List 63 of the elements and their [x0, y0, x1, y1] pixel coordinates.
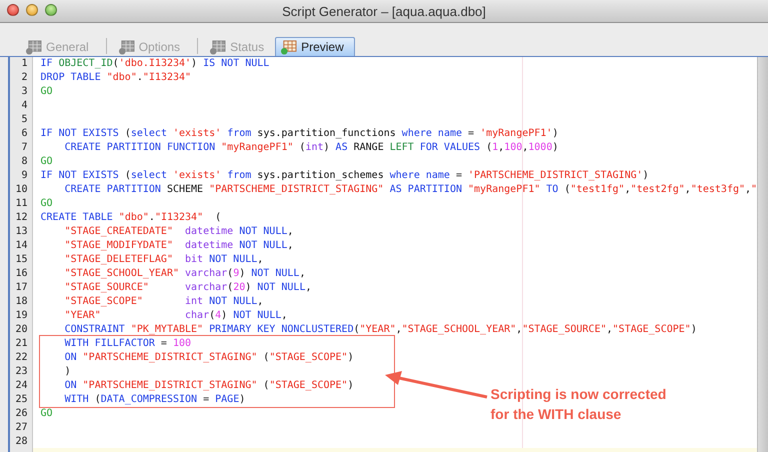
line-number: 25 — [14, 393, 29, 407]
line-number: 6 — [20, 127, 29, 141]
line-number: 22 — [14, 351, 29, 365]
line-number: 20 — [14, 323, 29, 337]
table-icon — [280, 40, 298, 54]
minimize-button[interactable] — [26, 4, 38, 16]
code-line: "YEAR" char(4) NOT NULL, — [64, 310, 288, 321]
code-line: WITH (DATA_COMPRESSION = PAGE) — [64, 394, 246, 405]
line-number: 16 — [14, 267, 29, 281]
code-line: WITH FILLFACTOR = 100 — [64, 338, 192, 349]
code-line: CONSTRAINT "PK_MYTABLE" PRIMARY KEY NONCLUSTERED("YEAR","STAGE_SCHOOL_YEAR","STAGE_SOURCE","STAGE_SCOPE") — [64, 324, 697, 335]
line-number: 11 — [14, 197, 29, 211]
line-number: 2 — [20, 71, 29, 85]
line-number: 13 — [14, 225, 29, 239]
code-line: IF NOT EXISTS (select 'exists' from sys.partition_functions where name = 'myRangePF1') — [40, 128, 558, 139]
code-line: ) — [64, 366, 71, 377]
line-number: 15 — [14, 253, 29, 267]
line-number: 10 — [14, 183, 29, 197]
code-line: IF NOT EXISTS (select 'exists' from sys.partition_schemes where name = 'PARTSCHEME_DISTRICT_STAGING') — [40, 170, 649, 181]
zoom-button[interactable] — [45, 4, 57, 16]
line-number: 18 — [14, 295, 29, 309]
scrollbar[interactable] — [757, 57, 768, 452]
line-number: 9 — [20, 169, 29, 183]
line-number: 23 — [14, 365, 29, 379]
line-number: 12 — [14, 211, 29, 225]
code-line: CREATE PARTITION FUNCTION "myRangePF1" (int) AS RANGE LEFT FOR VALUES (1,100,1000) — [64, 142, 558, 153]
line-number: 1 — [20, 57, 29, 71]
line-number: 24 — [14, 379, 29, 393]
line-number: 26 — [14, 407, 29, 421]
line-number: 4 — [20, 99, 29, 113]
annotation-text: Scripting is now corrected for the WITH clause — [490, 385, 668, 424]
tab[interactable]: Preview — [275, 37, 355, 56]
code-line: "STAGE_CREATEDATE" datetime NOT NULL, — [64, 226, 294, 237]
code-line: ON "PARTSCHEME_DISTRICT_STAGING" ("STAGE_SCOPE") — [64, 352, 354, 363]
line-number: 28 — [14, 435, 29, 449]
code-line: CREATE TABLE "dbo"."I13234" ( — [40, 212, 222, 223]
close-button[interactable] — [7, 4, 19, 16]
code-line: GO — [40, 156, 53, 167]
code-line: ON "PARTSCHEME_DISTRICT_STAGING" ("STAGE_SCOPE") — [64, 380, 354, 391]
code-line: GO — [40, 408, 53, 419]
table-icon — [25, 40, 42, 54]
code-line: IF OBJECT_ID('dbo.I13234') IS NOT NULL — [40, 58, 270, 69]
code-line: "STAGE_MODIFYDATE" datetime NOT NULL, — [64, 240, 294, 251]
line-number: 7 — [20, 141, 29, 155]
code-line: DROP TABLE "dbo"."I13234" — [40, 72, 192, 83]
table-icon — [209, 40, 226, 54]
code-line: "STAGE_DELETEFLAG" bit NOT NULL, — [64, 254, 264, 265]
line-number: 3 — [20, 85, 29, 99]
line-number: 19 — [14, 309, 29, 323]
table-icon — [118, 40, 135, 54]
code-line: "STAGE_SCHOOL_YEAR" varchar(9) NOT NULL, — [64, 268, 306, 279]
line-number: 8 — [20, 155, 29, 169]
code-line: CREATE PARTITION SCHEME "PARTSCHEME_DISTRICT_STAGING" AS PARTITION "myRangePF1" TO ("test1fg","test2fg","test3fg"," — [64, 184, 758, 195]
window-title: Script Generator – [aqua.aqua.dbo] — [282, 4, 486, 18]
code-line: "STAGE_SCOPE" int NOT NULL, — [64, 296, 264, 307]
code-line: "STAGE_SOURCE" varchar(20) NOT NULL, — [64, 282, 312, 293]
code-line: GO — [40, 198, 53, 209]
line-number: 21 — [14, 337, 29, 351]
line-number: 5 — [20, 113, 29, 127]
line-number: 17 — [14, 281, 29, 295]
line-number: 14 — [14, 239, 29, 253]
line-number: 27 — [14, 421, 29, 435]
code-line: GO — [40, 86, 53, 97]
